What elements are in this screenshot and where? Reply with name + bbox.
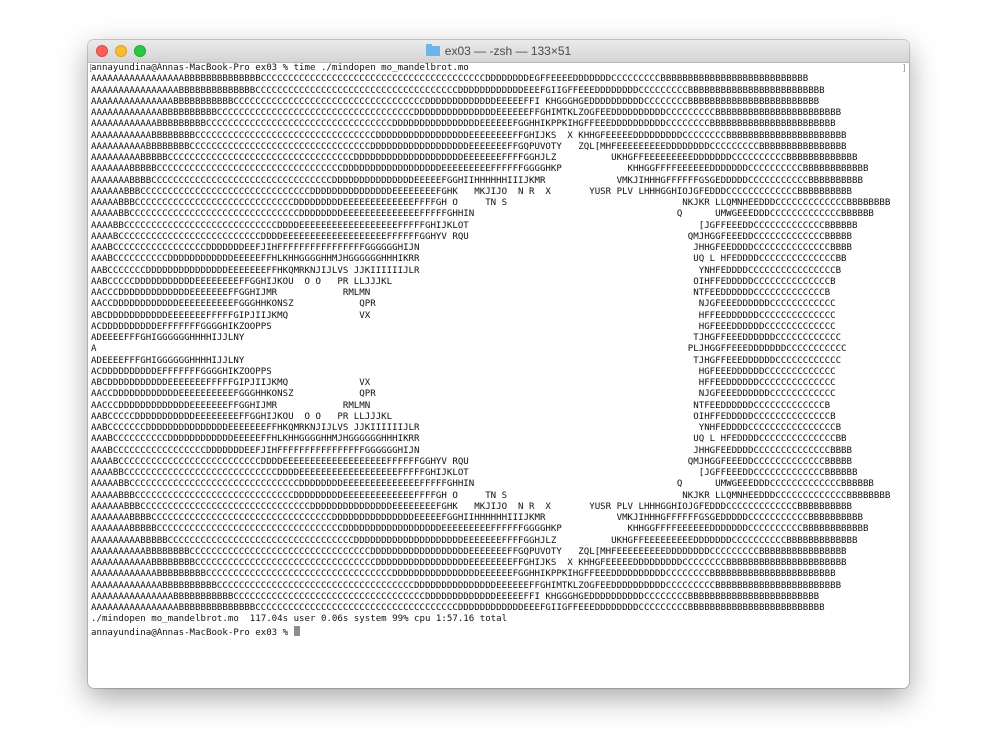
terminal-line: A PLJHGGFFEEEDDDDDDDCCCCCCCCCCC: [91, 344, 847, 355]
terminal-line: AAAAAAAAABBBBBCCCCCCCCCCCCCCCCCCCCCCCCCC…: [91, 153, 858, 163]
terminal-line: AAAAAAAAAABBBBBBBBCCCCCCCCCCCCCCCCCCCCCC…: [91, 141, 847, 152]
terminal-line: AABCCCCCDDDDDDDDDDDEEEEEEEEFFGGHIJKOU O …: [91, 276, 836, 287]
terminal-line: AAAAAAAAAAAABBBBBBBBBCCCCCCCCCCCCCCCCCCC…: [91, 119, 836, 130]
terminal-line: AABCCCCCCCDDDDDDDDDDDDDDDEEEEEEEFFHKQMRK…: [91, 265, 842, 276]
terminal-line: AAAAAAAAAAAAAAAABBBBBBBBBBBBBBCCCCCCCCCC…: [91, 85, 825, 96]
terminal-line: AAAAAABBBCCCCCCCCCCCCCCCCCCCCCCCCCCCCCCC…: [91, 501, 853, 512]
terminal-line: ADEEEEFFFGHIGGGGGGHHHHIJJLNY TJHGFFEEEDD…: [91, 333, 842, 343]
terminal-line: ./mindopen mo_mandelbrot.mo 117.04s user…: [91, 614, 508, 625]
terminal-line: AAABCCCCCCCCCCDDDDDDDDDDDDEEEEEFFHLKHHGG…: [91, 434, 847, 445]
terminal-line: AACCCDDDDDDDDDDDDDEEEEEEEFFGGHIJMR RMLMN…: [91, 288, 831, 298]
terminal-line: AAAAAAAAAABBBBBBBBCCCCCCCCCCCCCCCCCCCCCC…: [91, 546, 847, 557]
terminal-line: ACDDDDDDDDDDEFFFFFFFGGGGHIKZOOPPS HGFEEE…: [91, 366, 836, 377]
terminal-content[interactable]: [ ] annayundina@Annas-MacBook-Pro ex03 %…: [88, 63, 909, 688]
terminal-line: AAAAABBBCCCCCCCCCCCCCCCCCCCCCCCCCCCCCDDD…: [91, 490, 891, 501]
terminal-line: AAABCCCCCCCCCCDDDDDDDDDDDDEEEEEFFHLKHHGG…: [91, 254, 847, 265]
folder-icon: [425, 44, 440, 56]
terminal-line: AABCCCCCDDDDDDDDDDDEEEEEEEEFFGGHIJKOU O …: [91, 411, 836, 422]
terminal-line: AACCDDDDDDDDDDDDEEEEEEEEEEFGGGHHKONSZ QP…: [91, 299, 836, 310]
terminal-line: AAAAAAAAAAABBBBBBBBCCCCCCCCCCCCCCCCCCCCC…: [91, 130, 847, 141]
terminal-line: AAAAAAABBBBCCCCCCCCCCCCCCCCCCCCCCCCCCCCC…: [91, 175, 863, 186]
terminal-line: AACCCDDDDDDDDDDDDDEEEEEEEFFGGHIJMR RMLMN…: [91, 400, 831, 411]
scroll-marks: [ ]: [88, 64, 909, 75]
terminal-line: AAAAAAAAAAABBBBBBBBCCCCCCCCCCCCCCCCCCCCC…: [91, 558, 847, 568]
terminal-line: AAAABCCCCCCCCCCCCCCCCCCCCCCCCCCDDDDEEEEE…: [91, 456, 853, 467]
terminal-line: AAAAAAAAAAAABBBBBBBBBCCCCCCCCCCCCCCCCCCC…: [91, 569, 836, 580]
text-cursor: [293, 625, 300, 636]
terminal-line: ABCDDDDDDDDDDDEEEEEEEFFFFFGIPJIIJKMQ VX …: [91, 310, 836, 321]
terminal-line: AAAAAAAAAAAAAAAABBBBBBBBBBBBBBCCCCCCCCCC…: [91, 603, 825, 613]
terminal-line: AABCCCCCCCDDDDDDDDDDDDDDDEEEEEEEFFHKQMRK…: [91, 423, 842, 433]
terminal-output: annayundina@Annas-MacBook-Pro ex03 % tim…: [91, 63, 906, 637]
terminal-line: AACCDDDDDDDDDDDDEEEEEEEEEEFGGGHHKONSZ QP…: [91, 389, 836, 400]
terminal-line: AAAAAAABBBBBCCCCCCCCCCCCCCCCCCCCCCCCCCCC…: [91, 524, 869, 535]
scroll-mark-left: [: [88, 64, 94, 74]
terminal-window: ex03 — -zsh — 133×51 [ ] annayundina@Ann…: [88, 40, 909, 688]
terminal-line: AAAABBCCCCCCCCCCCCCCCCCCCCCCCCCCCCDDDDEE…: [91, 468, 858, 478]
title-bar[interactable]: ex03 — -zsh — 133×51: [88, 40, 909, 63]
terminal-line: ADEEEEFFFGHIGGGGGGHHHHIJJLNY TJHGFFEEEDD…: [91, 355, 842, 366]
terminal-line: ACDDDDDDDDDDEFFFFFFFGGGGHIKZOOPPS HGFEEE…: [91, 321, 836, 332]
terminal-line: AAAAAAABBBBCCCCCCCCCCCCCCCCCCCCCCCCCCCCC…: [91, 513, 863, 523]
terminal-line: AAAAABBBCCCCCCCCCCCCCCCCCCCCCCCCCCCCCDDD…: [91, 198, 891, 208]
terminal-line: ABCDDDDDDDDDDDEEEEEEEFFFFFGIPJIIJKMQ VX …: [91, 378, 836, 388]
terminal-line: AAAAAAAAAAAAAAAAABBBBBBBBBBBBBBCCCCCCCCC…: [91, 74, 809, 85]
terminal-line: AAAAAAAAAAAAAAABBBBBBBBBBBCCCCCCCCCCCCCC…: [91, 96, 820, 107]
terminal-line: AAAABCCCCCCCCCCCCCCCCCCCCCCCCCCDDDDEEEEE…: [91, 231, 853, 242]
terminal-line: AAABCCCCCCCCCCCCCCCCCDDDDDDDEEFJIHFFFFFF…: [91, 445, 853, 456]
terminal-line: AAAAABBCCCCCCCCCCCCCCCCCCCCCCCCCCCCCCCDD…: [91, 209, 874, 220]
terminal-line: AAAAAAAAABBBBBCCCCCCCCCCCCCCCCCCCCCCCCCC…: [91, 535, 858, 546]
terminal-line: AAAAAAAAAAAAAAABBBBBBBBBBBCCCCCCCCCCCCCC…: [91, 591, 820, 602]
terminal-line: AAAAABBCCCCCCCCCCCCCCCCCCCCCCCCCCCCCCCDD…: [91, 479, 874, 490]
scroll-mark-right: ]: [901, 64, 907, 74]
terminal-line: AAAAAAAAAAAAABBBBBBBBBBCCCCCCCCCCCCCCCCC…: [91, 108, 842, 118]
terminal-line: AAAAAABBBCCCCCCCCCCCCCCCCCCCCCCCCCCCCCCC…: [91, 186, 853, 197]
terminal-line: AAAABBCCCCCCCCCCCCCCCCCCCCCCCCCCCCDDDDEE…: [91, 220, 858, 231]
terminal-line: AAABCCCCCCCCCCCCCCCCCDDDDDDDEEFJIHFFFFFF…: [91, 243, 853, 253]
terminal-line: AAAAAAABBBBBCCCCCCCCCCCCCCCCCCCCCCCCCCCC…: [91, 164, 869, 175]
window-title: ex03 — -zsh — 133×51: [444, 44, 572, 58]
window-title-area: ex03 — -zsh — 133×51: [88, 40, 909, 62]
shell-prompt: annayundina@Annas-MacBook-Pro ex03 %: [91, 625, 906, 637]
terminal-line: AAAAAAAAAAAAABBBBBBBBBBCCCCCCCCCCCCCCCCC…: [91, 580, 842, 591]
